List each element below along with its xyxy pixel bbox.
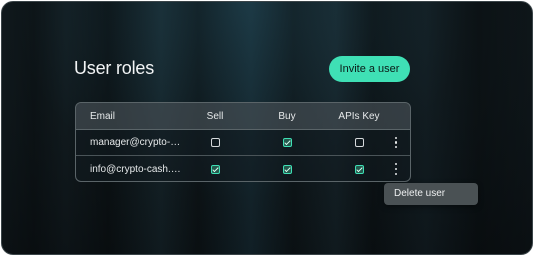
- column-header-buy: Buy: [278, 110, 296, 122]
- sell-checkbox[interactable]: [210, 138, 220, 147]
- invite-user-button[interactable]: Invite a user: [329, 56, 410, 82]
- sell-cell: [200, 130, 230, 155]
- row-email: info@crypto-cash.wo...: [90, 156, 182, 181]
- page-title: User roles: [74, 58, 155, 78]
- buy-cell: [272, 130, 302, 155]
- buy-checkbox[interactable]: [282, 164, 292, 174]
- buy-checkbox[interactable]: [282, 138, 292, 147]
- table-header: Email Sell Buy APIs Key: [76, 103, 410, 130]
- api-key-cell: [332, 156, 386, 181]
- table-row: manager@crypto-cas...: [76, 130, 410, 156]
- column-header-email: Email: [90, 110, 116, 122]
- email-text: manager@crypto-cas...: [90, 137, 182, 148]
- table-row: info@crypto-cash.wo...: [76, 156, 410, 181]
- more-vertical-icon[interactable]: [394, 136, 398, 149]
- row-actions: [388, 130, 404, 155]
- delete-user-menu-item[interactable]: Delete user: [394, 188, 445, 199]
- api-key-checkbox[interactable]: [354, 164, 364, 174]
- user-roles-table: Email Sell Buy APIs Key manager@crypto-c…: [75, 102, 411, 182]
- email-text: info@crypto-cash.wo...: [90, 163, 182, 175]
- context-menu: Delete user: [384, 183, 478, 205]
- column-header-sell: Sell: [206, 110, 224, 122]
- sell-cell: [200, 156, 230, 181]
- api-key-cell: [332, 130, 386, 155]
- buy-cell: [272, 156, 302, 181]
- more-vertical-icon[interactable]: [394, 163, 398, 175]
- app-window: User roles Invite a user Email Sell Buy …: [1, 1, 533, 255]
- sell-checkbox[interactable]: [210, 164, 220, 174]
- row-actions: [388, 156, 404, 181]
- api-key-checkbox[interactable]: [354, 138, 364, 147]
- column-header-api-key: APIs Key: [338, 110, 380, 122]
- row-email: manager@crypto-cas...: [90, 130, 182, 155]
